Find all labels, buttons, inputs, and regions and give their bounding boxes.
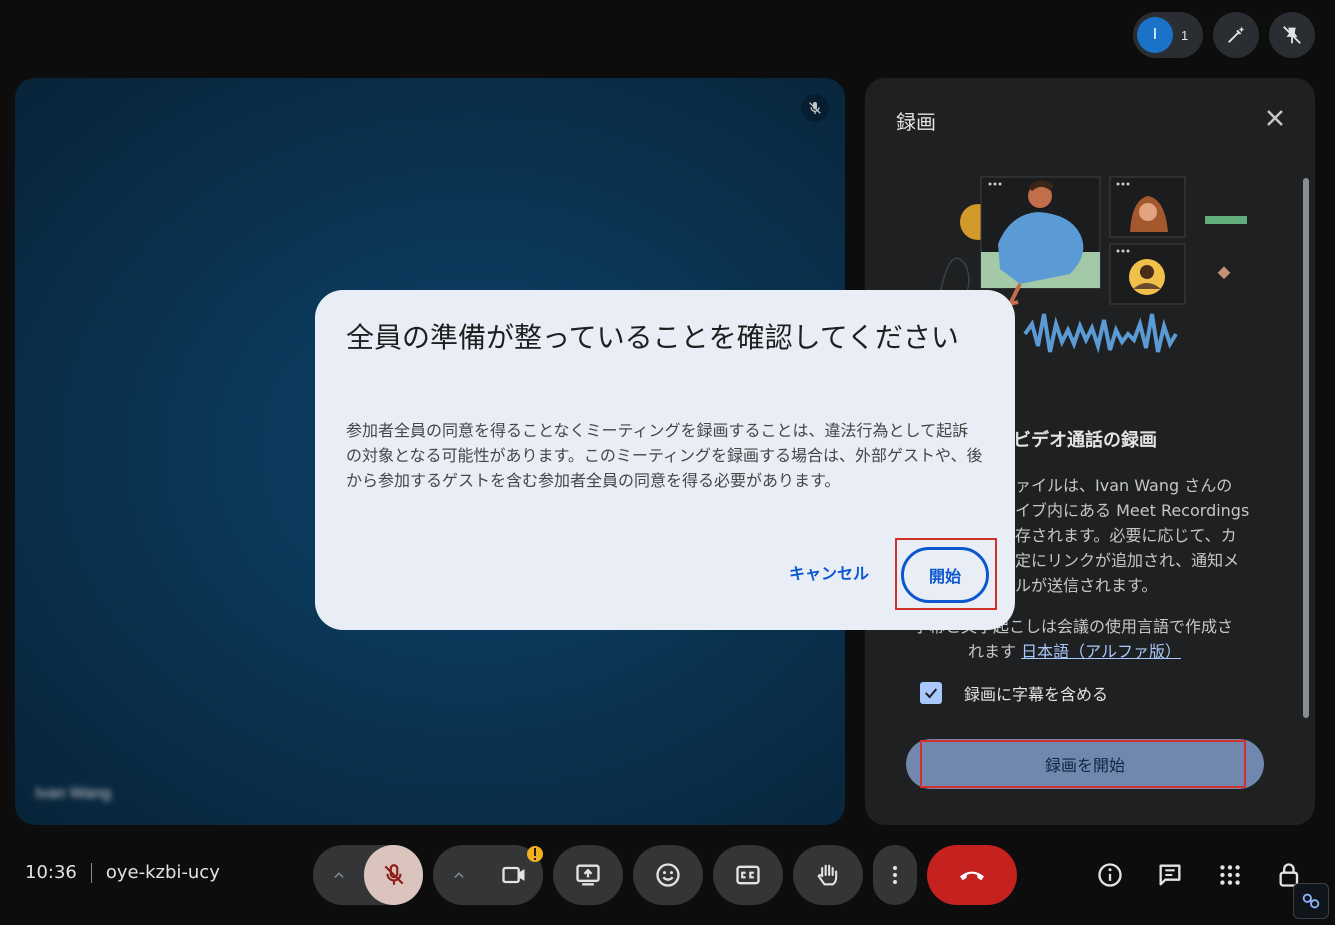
mic-off-icon (809, 102, 821, 114)
chat-icon (1159, 864, 1181, 886)
tile-mic-status (801, 94, 829, 122)
end-call-button[interactable] (927, 845, 1017, 905)
video-options-button[interactable] (433, 868, 484, 882)
chevron-up-icon (333, 872, 344, 878)
pen-sparkle-icon (1228, 26, 1245, 43)
call-end-icon (960, 871, 984, 881)
captions-button[interactable] (713, 845, 783, 905)
mic-control-group (313, 845, 423, 905)
language-link[interactable]: 日本語（アルファ版） (1021, 642, 1181, 661)
participants-pill[interactable]: I 1 (1133, 12, 1203, 58)
top-controls: I 1 (1133, 12, 1315, 58)
raise-hand-button[interactable] (793, 845, 863, 905)
dialog-body: 参加者全員の同意を得ることなくミーティングを録画することは、違法行為として起訴の… (346, 421, 983, 490)
start-recording-label: 録画を開始 (1044, 756, 1125, 775)
info-icon (1098, 863, 1122, 887)
activities-button[interactable] (1210, 855, 1250, 895)
pin-off-icon (1283, 26, 1301, 44)
mic-toggle-button[interactable] (364, 845, 423, 905)
videocam-icon (501, 866, 525, 884)
meeting-info-divider (90, 862, 92, 883)
pin-off-button[interactable] (1269, 12, 1315, 58)
meeting-time: 10:36 (25, 862, 77, 883)
reactions-button[interactable] (633, 845, 703, 905)
chevron-up-icon (453, 872, 464, 878)
link-badge[interactable] (1293, 883, 1329, 919)
caption-checkbox[interactable] (920, 682, 942, 704)
caption-option[interactable]: 録画に字幕を含める (920, 681, 1108, 705)
meeting-tools (1090, 855, 1310, 895)
call-controls (313, 845, 1017, 905)
caption-checkbox-label: 録画に字幕を含める (964, 685, 1109, 704)
apps-icon (1220, 865, 1240, 885)
panel-heading: ビデオ通話の録画 (1013, 430, 1157, 451)
close-icon[interactable] (1263, 106, 1287, 130)
emoji-icon (656, 863, 680, 887)
more-options-button[interactable] (873, 845, 917, 905)
dialog-title: 全員の準備が整っていることを確認してください (346, 321, 959, 354)
panel-title: 録画 (896, 110, 936, 134)
cancel-button[interactable]: キャンセル (789, 560, 869, 584)
meeting-info: 10:36 oye-kzbi-ucy (25, 862, 220, 883)
mic-off-icon (384, 864, 403, 885)
tile-participant-name: Ivan Wang (35, 785, 111, 802)
confirm-recording-dialog: 全員の準備が整っていることを確認してください 参加者全員の同意を得ることなくミー… (315, 290, 1015, 630)
visual-effects-button[interactable] (1213, 12, 1259, 58)
start-button-label: 開始 (928, 567, 961, 586)
meeting-code: oye-kzbi-ucy (105, 862, 220, 883)
chat-button[interactable] (1150, 855, 1190, 895)
more-vert-icon (893, 866, 897, 884)
check-icon (924, 688, 938, 699)
link-badge-icon (1302, 893, 1320, 909)
present-button[interactable] (553, 845, 623, 905)
participant-count: 1 (1181, 27, 1189, 43)
captions-icon (736, 865, 760, 885)
start-button[interactable]: 開始 (901, 547, 989, 603)
start-recording-button[interactable]: 録画を開始 (906, 739, 1264, 789)
panel-scrollbar[interactable] (1303, 178, 1309, 718)
raise-hand-icon (817, 864, 838, 886)
meeting-details-button[interactable] (1090, 855, 1130, 895)
present-screen-icon (576, 864, 600, 886)
participant-avatar: I (1137, 17, 1173, 53)
audio-options-button[interactable] (313, 868, 364, 882)
warning-badge-icon (527, 846, 543, 862)
language-note-suffix: れます (968, 642, 1017, 661)
